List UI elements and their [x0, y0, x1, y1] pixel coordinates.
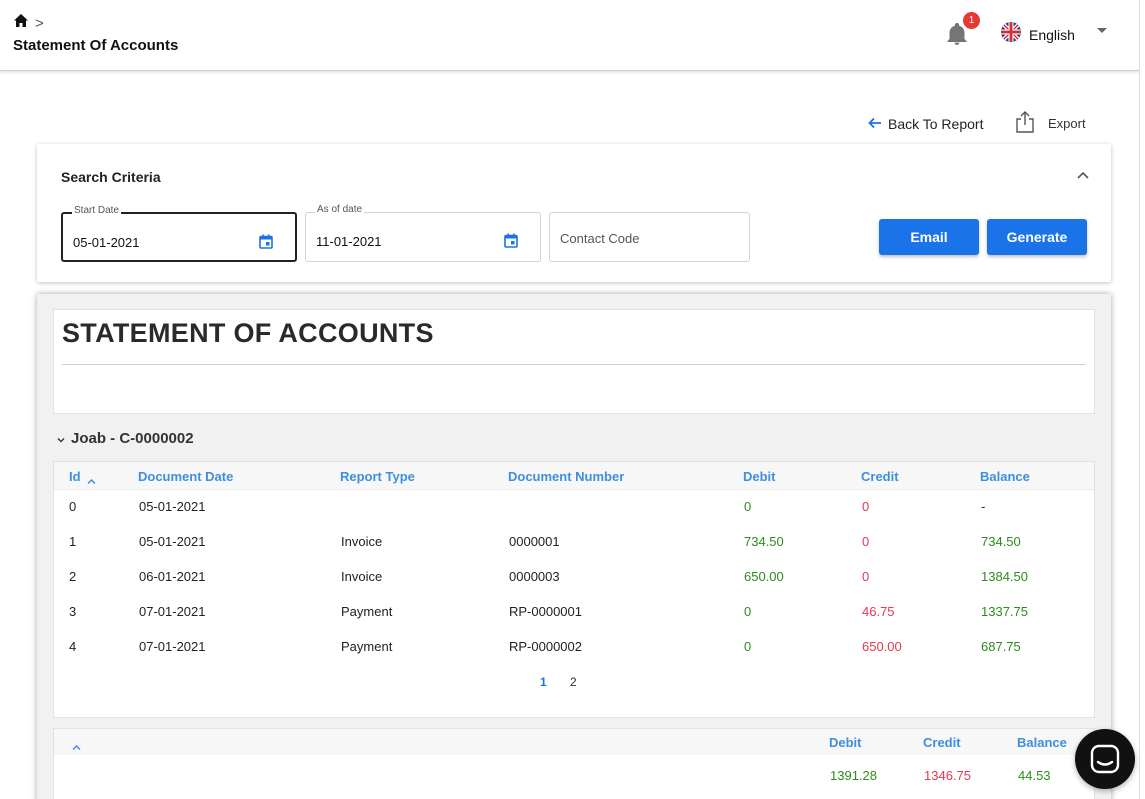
chevron-up-icon[interactable] [1076, 167, 1090, 185]
generate-button[interactable]: Generate [987, 219, 1087, 255]
cell-date: 06-01-2021 [139, 569, 206, 584]
as-of-date-value: 11-01-2021 [316, 234, 382, 249]
cell-credit: 650.00 [862, 639, 902, 654]
notification-badge: 1 [963, 12, 980, 29]
breadcrumb-separator: > [35, 14, 44, 32]
column-header-document-date[interactable]: Document Date [138, 469, 233, 484]
column-header-id[interactable]: Id [69, 469, 81, 484]
cell-date: 07-01-2021 [139, 639, 206, 654]
start-date-label: Start Date [72, 205, 122, 216]
calendar-icon[interactable] [504, 233, 518, 253]
report-header: STATEMENT OF ACCOUNTS [53, 309, 1095, 414]
totals-header: Debit Credit Balance [54, 729, 1094, 755]
cell-balance: - [981, 499, 986, 514]
cell-debit: 0 [744, 604, 752, 619]
table-row: 3 07-01-2021 Payment RP-0000001 0 46.75 … [54, 595, 1094, 630]
search-criteria-title: Search Criteria [61, 169, 161, 185]
back-to-report-label: Back To Report [888, 116, 984, 132]
page-2-link[interactable]: 2 [570, 675, 577, 689]
cell-number: RP-0000002 [509, 639, 582, 654]
sort-ascending-icon[interactable] [87, 472, 96, 490]
cell-balance: 1384.50 [981, 569, 1028, 584]
cell-debit: 0 [744, 639, 752, 654]
column-header-balance[interactable]: Balance [980, 469, 1030, 484]
cell-date: 05-01-2021 [139, 534, 206, 549]
top-bar: > Statement Of Accounts 1 English [0, 0, 1145, 71]
arrow-left-icon [868, 116, 882, 132]
divider [62, 364, 1086, 365]
table-row: 2 06-01-2021 Invoice 0000003 650.00 0 13… [54, 560, 1094, 595]
scrollbar[interactable] [1139, 0, 1145, 799]
contact-code-placeholder: Contact Code [560, 231, 640, 246]
totals-table: Debit Credit Balance 1391.28 1346.75 44.… [53, 728, 1095, 799]
totals-debit-header: Debit [829, 735, 862, 750]
contact-code-input[interactable]: Contact Code [549, 212, 750, 262]
cell-type: Payment [341, 639, 393, 654]
back-to-report-link[interactable]: Back To Report [868, 116, 983, 132]
chevron-down-icon[interactable] [1097, 28, 1107, 33]
cell-debit: 650.00 [744, 569, 784, 584]
column-header-credit[interactable]: Credit [861, 469, 899, 484]
cell-balance: 687.75 [981, 639, 1021, 654]
cell-id: 2 [69, 569, 77, 584]
cell-type: Invoice [341, 534, 383, 549]
cell-type: Invoice [341, 569, 383, 584]
column-header-report-type[interactable]: Report Type [340, 469, 415, 484]
cell-date: 05-01-2021 [139, 499, 206, 514]
language-label: English [1029, 26, 1075, 43]
group-label: Joab - C-0000002 [71, 430, 194, 447]
cell-debit: 734.50 [744, 534, 784, 549]
report-container: STATEMENT OF ACCOUNTS Joab - C-0000002 I… [37, 294, 1111, 799]
start-date-value: 05-01-2021 [73, 235, 140, 250]
cell-credit: 46.75 [862, 604, 895, 619]
table-row: 4 07-01-2021 Payment RP-0000002 0 650.00… [54, 630, 1094, 665]
totals-balance-header: Balance [1017, 735, 1067, 750]
cell-type: Payment [341, 604, 393, 619]
total-credit: 1346.75 [924, 768, 971, 783]
uk-flag-icon [1001, 22, 1021, 47]
calendar-icon[interactable] [259, 234, 273, 254]
cell-credit: 0 [862, 499, 870, 514]
as-of-date-label: As of date [315, 204, 365, 215]
cell-debit: 0 [744, 499, 752, 514]
cell-balance: 1337.75 [981, 604, 1028, 619]
start-date-field[interactable]: Start Date 05-01-2021 [61, 205, 297, 262]
chevron-down-icon [57, 430, 65, 447]
cell-id: 0 [69, 499, 77, 514]
total-debit: 1391.28 [830, 768, 877, 783]
cell-number: RP-0000001 [509, 604, 582, 619]
search-criteria-panel: Search Criteria Start Date 05-01-2021 As… [37, 144, 1111, 282]
as-of-date-field[interactable]: As of date 11-01-2021 [305, 204, 541, 262]
language-selector[interactable]: English [1001, 22, 1107, 47]
total-balance: 44.53 [1018, 768, 1051, 783]
table-header: Id Document Date Report Type Document Nu… [54, 462, 1094, 490]
cell-id: 1 [69, 534, 77, 549]
chevron-up-icon[interactable] [72, 738, 81, 756]
statement-table: Id Document Date Report Type Document Nu… [53, 461, 1095, 718]
table-row: 1 05-01-2021 Invoice 0000001 734.50 0 73… [54, 525, 1094, 560]
export-label: Export [1048, 116, 1086, 131]
totals-credit-header: Credit [923, 735, 961, 750]
cell-id: 3 [69, 604, 77, 619]
cell-credit: 0 [862, 569, 870, 584]
cell-number: 0000001 [509, 534, 560, 549]
column-header-document-number[interactable]: Document Number [508, 469, 624, 484]
page-title: Statement Of Accounts [13, 37, 179, 54]
export-button[interactable]: Export [1014, 110, 1086, 137]
share-icon [1014, 110, 1036, 137]
table-row: 0 05-01-2021 0 0 - [54, 490, 1094, 525]
chat-launcher-button[interactable] [1075, 729, 1135, 789]
page-1-link[interactable]: 1 [540, 675, 547, 689]
breadcrumb: > [13, 13, 44, 33]
email-button[interactable]: Email [879, 219, 979, 255]
cell-credit: 0 [862, 534, 870, 549]
home-icon[interactable] [13, 13, 29, 33]
cell-date: 07-01-2021 [139, 604, 206, 619]
cell-number: 0000003 [509, 569, 560, 584]
cell-balance: 734.50 [981, 534, 1021, 549]
column-header-debit[interactable]: Debit [743, 469, 776, 484]
cell-id: 4 [69, 639, 77, 654]
report-title: STATEMENT OF ACCOUNTS [62, 318, 434, 348]
group-toggle[interactable]: Joab - C-0000002 [57, 430, 194, 447]
